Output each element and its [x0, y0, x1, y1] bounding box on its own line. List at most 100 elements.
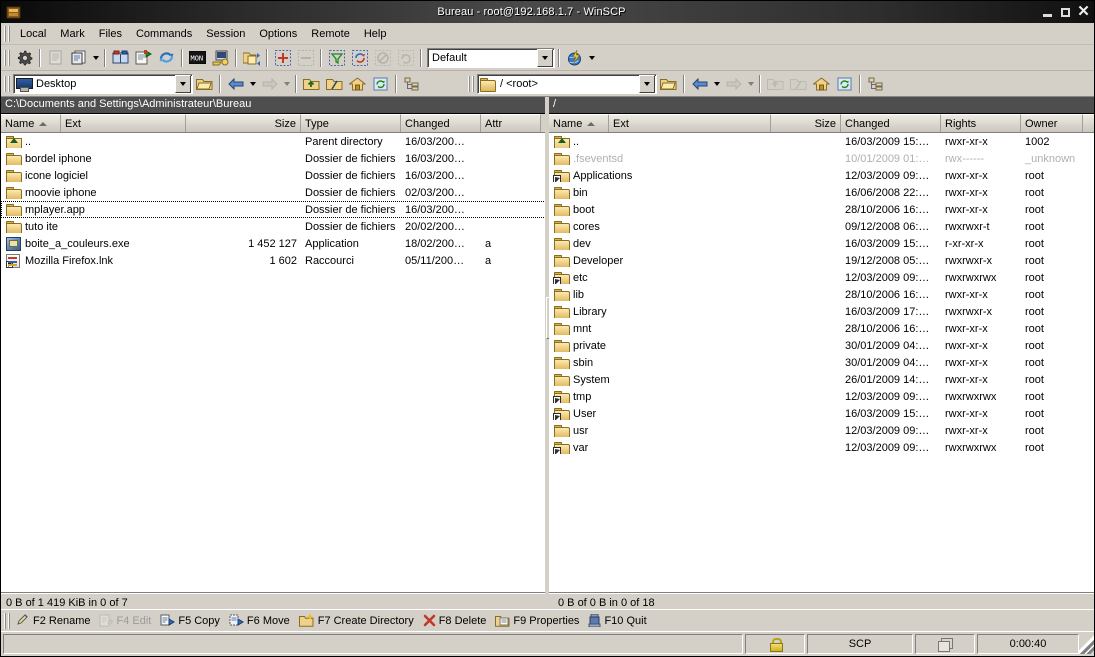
file-row[interactable]: lib 28/10/2006 16:… rwxr-xr-x root — [549, 286, 1094, 303]
file-row[interactable]: bordel iphone Dossier de fichiers 16/03/20… — [1, 150, 548, 167]
file-row[interactable]: usr 12/03/2009 09:… rwxr-xr-x root — [549, 422, 1094, 439]
local-forward-button[interactable] — [258, 73, 281, 95]
transfer-settings-combo[interactable]: Default — [427, 47, 555, 68]
maximize-button[interactable] — [1058, 5, 1073, 19]
file-row[interactable]: Developer 19/12/2008 05:… rwxrwxr-x root — [549, 252, 1094, 269]
function-key-f7[interactable]: F7 Create Directory — [296, 612, 420, 629]
file-row[interactable]: sbin 30/01/2009 04:… rwxr-xr-x root — [549, 354, 1094, 371]
file-row[interactable]: mplayer.app Dossier de fichiers 16/03/200… — [1, 201, 548, 218]
transfer-settings-icon[interactable] — [563, 47, 586, 69]
preferences-gear-icon[interactable] — [13, 47, 36, 69]
open-terminal-icon[interactable] — [209, 47, 232, 69]
select-files-icon[interactable] — [271, 47, 294, 69]
column-header-ext[interactable]: Ext — [609, 114, 771, 132]
column-header-changed[interactable]: Changed — [401, 114, 481, 132]
remote-forward-button[interactable] — [722, 73, 745, 95]
file-row[interactable]: Mozilla Firefox.lnk 1 602 Raccourci 05/11/2… — [1, 252, 548, 269]
remote-parent-directory-button[interactable] — [764, 73, 787, 95]
file-row[interactable]: cores 09/12/2008 06:… rwxrwxr-t root — [549, 218, 1094, 235]
column-header-owner[interactable]: Owner — [1021, 114, 1083, 132]
menu-help[interactable]: Help — [357, 25, 394, 43]
local-back-dropdown-arrow[interactable] — [247, 73, 258, 95]
menu-options[interactable]: Options — [252, 25, 304, 43]
column-header-type[interactable]: Type — [301, 114, 401, 132]
function-key-f8[interactable]: F8 Delete — [420, 612, 493, 629]
column-header-attr[interactable]: Attr — [481, 114, 541, 132]
minimize-button[interactable] — [1040, 5, 1055, 19]
synchronize-icon[interactable] — [155, 47, 178, 69]
synchronize-browsing-icon[interactable] — [240, 47, 263, 69]
copy-session-icon[interactable] — [67, 47, 90, 69]
file-row[interactable]: moovie iphone Dossier de fichiers 02/03/20… — [1, 184, 548, 201]
open-session-icon[interactable] — [109, 47, 132, 69]
winscp-app-icon[interactable] — [3, 3, 23, 21]
function-key-f6[interactable]: F6 Move — [226, 612, 296, 629]
session-icon[interactable] — [915, 634, 975, 654]
new-session-icon[interactable] — [44, 47, 67, 69]
menu-commands[interactable]: Commands — [129, 25, 199, 43]
file-row[interactable]: dev 16/03/2009 15:… r-xr-xr-x root — [549, 235, 1094, 252]
file-row[interactable]: .. Parent directory 16/03/200… — [1, 133, 548, 150]
resize-grip[interactable] — [1079, 634, 1094, 654]
function-key-f2[interactable]: F2 Rename — [13, 612, 96, 629]
column-header-size[interactable]: Size — [771, 114, 841, 132]
secure-connection-lock-icon[interactable] — [745, 634, 805, 654]
file-row[interactable]: boite_a_couleurs.exe 1 452 127 Application… — [1, 235, 548, 252]
column-header-size[interactable]: Size — [186, 114, 301, 132]
remote-refresh-button[interactable] — [833, 73, 856, 95]
local-back-button[interactable] — [224, 73, 247, 95]
column-header-changed[interactable]: Changed — [841, 114, 941, 132]
local-address-drag-handle[interactable] — [4, 75, 11, 92]
menu-mark[interactable]: Mark — [53, 25, 91, 43]
menu-files[interactable]: Files — [92, 25, 129, 43]
file-row[interactable]: etc 12/03/2009 09:… rwxrwxrwx root — [549, 269, 1094, 286]
file-row[interactable]: tmp 12/03/2009 09:… rwxrwxrwx root — [549, 388, 1094, 405]
remote-directory-tree-button[interactable] — [864, 73, 887, 95]
function-key-f10[interactable]: F10 Quit — [585, 612, 652, 629]
local-root-directory-button[interactable] — [323, 73, 346, 95]
local-directory-tree-button[interactable] — [400, 73, 423, 95]
remote-browse-folder-icon[interactable] — [657, 73, 680, 95]
reload-icon[interactable] — [394, 47, 417, 69]
function-key-f5[interactable]: F5 Copy — [157, 612, 226, 629]
local-path-dropdown-button[interactable] — [175, 74, 191, 93]
transfer-settings-dropdown-arrow[interactable] — [586, 47, 597, 69]
local-browse-folder-icon[interactable] — [193, 73, 216, 95]
save-session-icon[interactable] — [132, 47, 155, 69]
remote-root-directory-button[interactable] — [787, 73, 810, 95]
stop-icon[interactable] — [371, 47, 394, 69]
file-row[interactable]: tuto ite Dossier de fichiers 20/02/200… — [1, 218, 548, 235]
local-forward-dropdown-arrow[interactable] — [281, 73, 292, 95]
file-row[interactable]: boot 28/10/2006 16:… rwxr-xr-x root — [549, 201, 1094, 218]
local-path-combo[interactable]: Desktop — [13, 73, 193, 94]
file-row[interactable]: .fseventsd 10/01/2009 01:… rwx------ _unkno… — [549, 150, 1094, 167]
file-row[interactable]: Library 16/03/2009 17:… rwxrwxr-x root — [549, 303, 1094, 320]
refresh-icon[interactable] — [348, 47, 371, 69]
file-row[interactable]: .. 16/03/2009 15:… rwxr-xr-x 1002 — [549, 133, 1094, 150]
close-button[interactable]: ✕ — [1076, 4, 1091, 19]
file-row[interactable]: var 12/03/2009 09:… rwxrwxrwx root — [549, 439, 1094, 456]
remote-back-dropdown-arrow[interactable] — [711, 73, 722, 95]
filter-icon[interactable] — [325, 47, 348, 69]
remote-path-combo[interactable]: / <root> — [477, 73, 657, 94]
remote-file-list[interactable]: .. 16/03/2009 15:… rwxr-xr-x 1002 .fseventsd… — [549, 133, 1094, 593]
file-row[interactable]: User 16/03/2009 15:… rwxr-xr-x root — [549, 405, 1094, 422]
copy-session-dropdown-arrow[interactable] — [90, 47, 101, 69]
file-row[interactable]: Applications 12/03/2009 09:… rwxr-xr-x root — [549, 167, 1094, 184]
column-header-name[interactable]: Name — [1, 114, 61, 132]
function-key-f9[interactable]: F9 Properties — [492, 612, 585, 629]
local-refresh-button[interactable] — [369, 73, 392, 95]
local-file-list[interactable]: .. Parent directory 16/03/200… bordel iphon… — [1, 133, 548, 593]
console-icon[interactable]: MON — [186, 47, 209, 69]
column-header-ext[interactable]: Ext — [61, 114, 186, 132]
file-row[interactable]: mnt 28/10/2006 16:… rwxr-xr-x root — [549, 320, 1094, 337]
transfer-settings-dropdown-button[interactable] — [537, 48, 553, 67]
file-row[interactable]: icone logiciel Dossier de fichiers 16/03/2… — [1, 167, 548, 184]
menu-drag-handle[interactable] — [4, 25, 11, 42]
local-home-directory-button[interactable] — [346, 73, 369, 95]
protocol-indicator[interactable]: SCP — [807, 634, 913, 654]
menu-session[interactable]: Session — [199, 25, 252, 43]
column-header-blank[interactable] — [1083, 114, 1094, 132]
menu-local[interactable]: Local — [13, 25, 53, 43]
remote-forward-dropdown-arrow[interactable] — [745, 73, 756, 95]
